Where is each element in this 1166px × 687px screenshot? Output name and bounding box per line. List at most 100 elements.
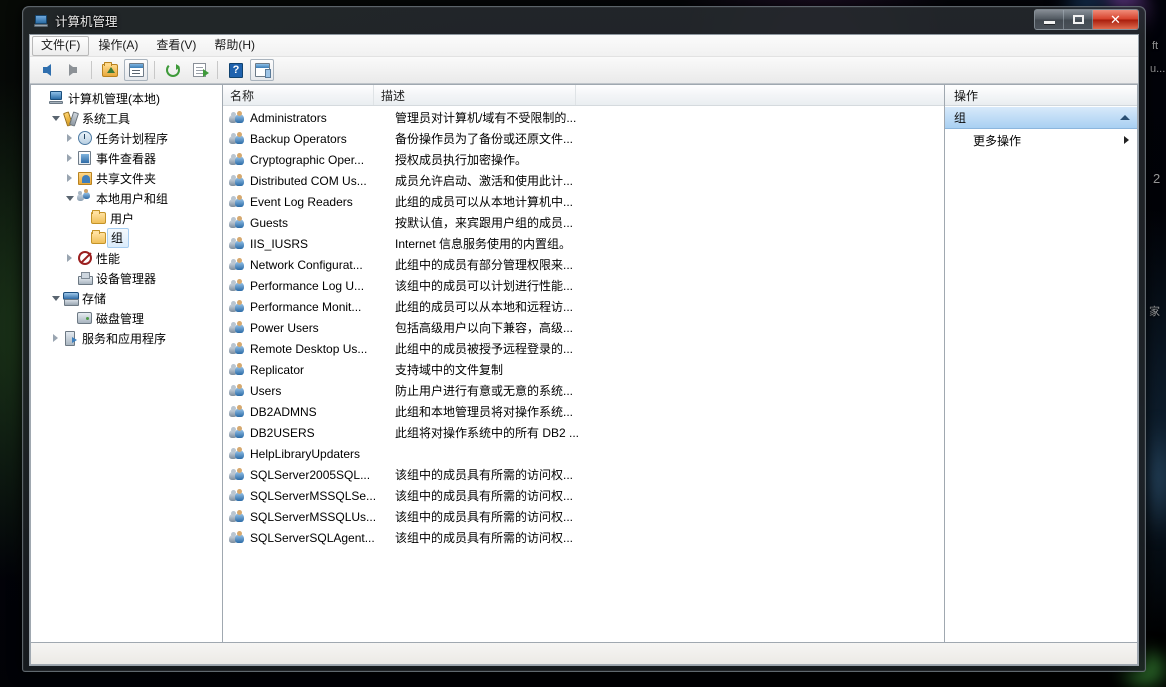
table-row[interactable]: Performance Monit... 此组的成员可以从本地和远程访... (223, 296, 944, 317)
column-header-description[interactable]: 描述 (374, 85, 576, 105)
group-description-cell: 包括高级用户以向下兼容，高级... (395, 321, 574, 335)
tree-item-1[interactable]: 系统工具 (31, 108, 222, 128)
group-name-cell: SQLServerMSSQLUs... (250, 509, 377, 524)
desktop-text-fragment: ft (1152, 40, 1159, 52)
chevron-up-icon[interactable] (1120, 115, 1130, 120)
actions-pane: 操作 组 更多操作 (944, 84, 1138, 643)
table-row[interactable]: Power Users 包括高级用户以向下兼容，高级... (223, 317, 944, 338)
group-name-cell: Users (250, 383, 282, 398)
show-hide-console-tree-button[interactable] (124, 59, 148, 81)
tree-item-2[interactable]: 任务计划程序 (31, 128, 222, 148)
table-row[interactable]: Backup Operators 备份操作员为了备份或还原文件... (223, 128, 944, 149)
group-description-cell: 授权成员执行加密操作。 (395, 153, 528, 167)
menu-view[interactable]: 查看(V) (147, 36, 205, 56)
folder-up-icon (102, 61, 118, 77)
close-button[interactable]: ✕ (1093, 10, 1138, 29)
forward-button[interactable] (61, 59, 85, 81)
table-row[interactable]: Network Configurat... 此组中的成员有部分管理权限来... (223, 254, 944, 275)
table-row[interactable]: Event Log Readers 此组的成员可以从本地计算机中... (223, 191, 944, 212)
table-row[interactable]: DB2USERS 此组将对操作系统中的所有 DB2 ... (223, 422, 944, 443)
back-button[interactable] (35, 59, 59, 81)
tree-item-4[interactable]: 共享文件夹 (31, 168, 222, 188)
group-description-cell: 此组将对操作系统中的所有 DB2 ... (395, 426, 580, 440)
group-description-cell: 此组和本地管理员将对操作系统... (395, 405, 574, 419)
event-log-icon (76, 151, 93, 165)
column-header-blank[interactable] (576, 85, 944, 105)
table-row[interactable]: Administrators 管理员对计算机/域有不受限制的... (223, 107, 944, 128)
list-column-headers: 名称 描述 (223, 85, 944, 106)
table-row[interactable]: Distributed COM Us... 成员允许启动、激活和使用此计... (223, 170, 944, 191)
group-description-cell: 此组中的成员有部分管理权限来... (395, 258, 574, 272)
collapse-triangle-icon[interactable] (63, 195, 76, 201)
group-description-cell: 支持域中的文件复制 (395, 363, 504, 377)
table-row[interactable]: SQLServerSQLAgent... 该组中的成员具有所需的访问权... (223, 527, 944, 548)
device-manager-icon (76, 271, 93, 285)
group-name-cell: SQLServer2005SQL... (250, 467, 371, 482)
group-description-cell: 该组中的成员可以计划进行性能... (395, 279, 574, 293)
help-button[interactable]: ? (224, 59, 248, 81)
tree-item-6[interactable]: 用户 (31, 208, 222, 228)
table-row[interactable]: SQLServer2005SQL... 该组中的成员具有所需的访问权... (223, 464, 944, 485)
table-row[interactable]: Users 防止用户进行有意或无意的系统... (223, 380, 944, 401)
group-icon (229, 278, 245, 293)
collapse-triangle-icon[interactable] (49, 295, 62, 301)
menu-file[interactable]: 文件(F) (32, 35, 90, 56)
table-row[interactable]: Guests 按默认值，来宾跟用户组的成员... (223, 212, 944, 233)
tree-item-8[interactable]: 性能 (31, 248, 222, 268)
expand-triangle-icon[interactable] (63, 254, 76, 262)
table-row[interactable]: HelpLibraryUpdaters (223, 443, 944, 464)
desktop-text-fragment: u... (1150, 63, 1166, 75)
tree-item-0[interactable]: 计算机管理(本地) (31, 88, 222, 108)
column-header-name[interactable]: 名称 (223, 85, 374, 105)
title-bar[interactable]: 计算机管理 ✕ (29, 7, 1139, 34)
group-icon (229, 257, 245, 272)
table-row[interactable]: SQLServerMSSQLSe... 该组中的成员具有所需的访问权... (223, 485, 944, 506)
maximize-button[interactable] (1064, 10, 1093, 29)
group-icon (229, 530, 245, 545)
expand-triangle-icon[interactable] (49, 334, 62, 342)
table-row[interactable]: SQLServerMSSQLUs... 该组中的成员具有所需的访问权... (223, 506, 944, 527)
close-icon: ✕ (1110, 11, 1121, 27)
tree-item-9[interactable]: 设备管理器 (31, 268, 222, 288)
table-row[interactable]: IIS_IUSRS Internet 信息服务使用的内置组。 (223, 233, 944, 254)
expand-triangle-icon[interactable] (63, 174, 76, 182)
tree-item-7[interactable]: 组 (31, 228, 222, 248)
action-more-actions-label: 更多操作 (973, 133, 1022, 148)
group-name-cell: Event Log Readers (250, 194, 353, 209)
action-more-actions[interactable]: 更多操作 (945, 129, 1137, 151)
group-icon (229, 425, 245, 440)
minimize-button[interactable] (1035, 10, 1064, 29)
table-row[interactable]: Performance Log U... 该组中的成员可以计划进行性能... (223, 275, 944, 296)
menu-bar: 文件(F) 操作(A) 查看(V) 帮助(H) (30, 35, 1138, 57)
tree-item-10[interactable]: 存储 (31, 288, 222, 308)
expand-triangle-icon[interactable] (63, 134, 76, 142)
group-icon (229, 404, 245, 419)
actions-group-header[interactable]: 组 (945, 106, 1137, 129)
show-action-pane-button[interactable] (250, 59, 274, 81)
resize-grip[interactable] (1117, 647, 1131, 661)
maximize-icon (1072, 15, 1084, 24)
tree-item-11[interactable]: 磁盘管理 (31, 308, 222, 328)
expand-triangle-icon[interactable] (63, 154, 76, 162)
tree-item-3[interactable]: 事件查看器 (31, 148, 222, 168)
table-row[interactable]: DB2ADMNS 此组和本地管理员将对操作系统... (223, 401, 944, 422)
collapse-triangle-icon[interactable] (49, 115, 62, 121)
group-icon (229, 467, 245, 482)
menu-action[interactable]: 操作(A) (89, 36, 147, 56)
refresh-button[interactable] (161, 59, 185, 81)
up-one-level-button[interactable] (98, 59, 122, 81)
menu-help[interactable]: 帮助(H) (205, 36, 264, 56)
tree-item-5[interactable]: 本地用户和组 (31, 188, 222, 208)
group-description-cell: 成员允许启动、激活和使用此计... (395, 174, 574, 188)
group-icon (229, 320, 245, 335)
toolbar-separator (154, 61, 155, 79)
tree-item-label: 性能 (96, 251, 121, 266)
group-name-cell: Backup Operators (250, 131, 347, 146)
export-list-button[interactable] (187, 59, 211, 81)
triangle-right-icon (67, 174, 72, 182)
tree-item-12[interactable]: 服务和应用程序 (31, 328, 222, 348)
table-row[interactable]: Remote Desktop Us... 此组中的成员被授予远程登录的... (223, 338, 944, 359)
console-tree-pane[interactable]: 计算机管理(本地) 系统工具 任务计划程序 事件查看器 共享文件夹 本地用户和组 用户组性能… (30, 84, 222, 643)
table-row[interactable]: Cryptographic Oper... 授权成员执行加密操作。 (223, 149, 944, 170)
table-row[interactable]: Replicator 支持域中的文件复制 (223, 359, 944, 380)
